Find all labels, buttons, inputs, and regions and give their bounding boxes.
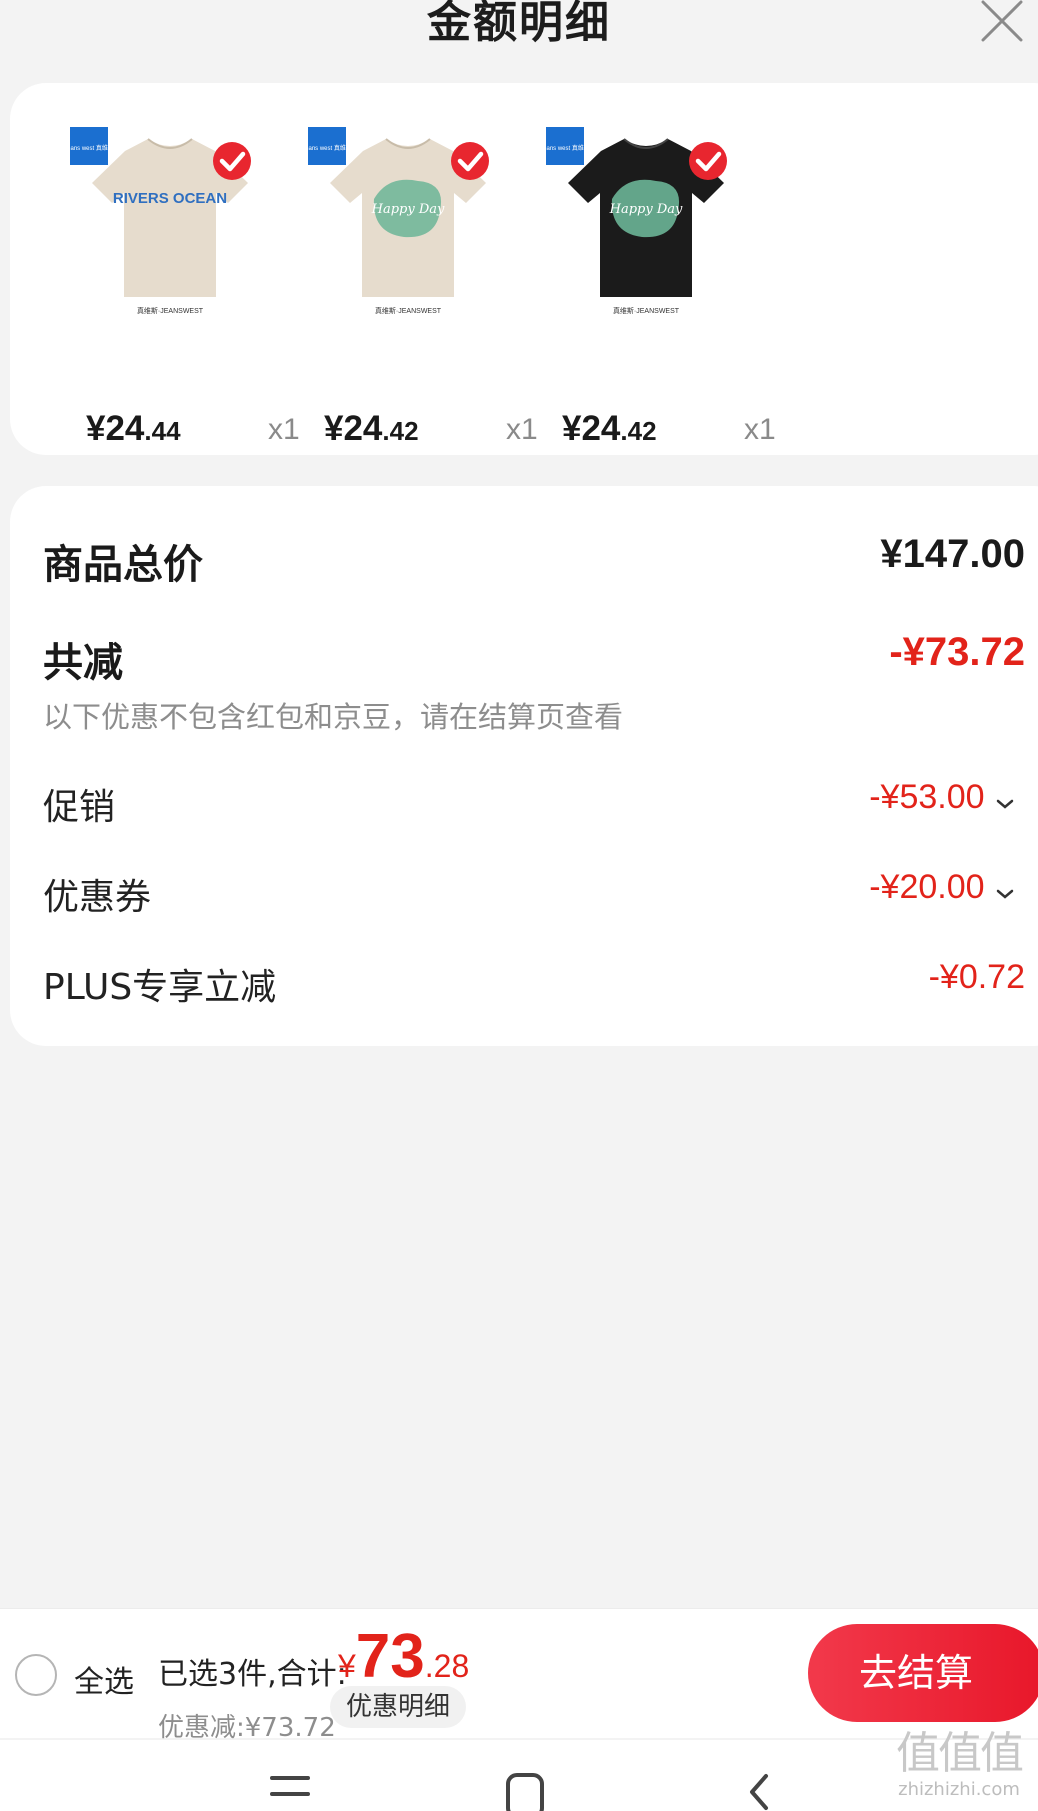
- home-icon[interactable]: [505, 1772, 545, 1811]
- checkout-button[interactable]: 去结算: [808, 1624, 1038, 1722]
- product-image-tshirt: Happy Day Jeans west 真维斯 真维斯·JEANSWEST: [546, 127, 727, 315]
- product-item[interactable]: Happy Day Jeans west 真维斯 真维斯·JEANSWEST ¥…: [270, 121, 538, 448]
- brand-caption: 真维斯·JEANSWEST: [613, 306, 680, 315]
- brand-caption: 真维斯·JEANSWEST: [375, 306, 442, 315]
- page-title: 金额明细: [427, 0, 611, 48]
- total-amount: ¥73.28: [338, 1622, 470, 1691]
- menu-icon[interactable]: [270, 1772, 310, 1802]
- product-image-tshirt: Happy Day Jeans west 真维斯 真维斯·JEANSWEST: [308, 127, 489, 315]
- watermark-url: zhizhizhi.com: [898, 1779, 1020, 1800]
- product-image-tshirt: RIVERS OCEAN Jeans west 真维斯 真维斯·JEANSWES…: [70, 127, 251, 315]
- product-item[interactable]: RIVERS OCEAN Jeans west 真维斯 真维斯·JEANSWES…: [32, 121, 300, 448]
- price-breakdown-card: 商品总价 ¥147.00 共减 -¥73.72 以下优惠不包含红包和京豆，请在结…: [10, 486, 1038, 1046]
- select-all-label[interactable]: 全选: [74, 1657, 134, 1701]
- plus-discount-value: -¥0.72: [928, 958, 1025, 996]
- check-icon: [451, 142, 489, 180]
- selected-count-text: 已选3件,合计:: [158, 1657, 347, 1692]
- chevron-down-icon: [996, 799, 1014, 809]
- watermark-logo: 值值值: [896, 1728, 1024, 1779]
- check-icon: [213, 142, 251, 180]
- chevron-down-icon: [996, 889, 1014, 899]
- check-icon: [689, 142, 727, 180]
- total-reduction-value: -¥73.72: [889, 630, 1025, 674]
- product-price: ¥24.44: [86, 409, 181, 448]
- product-item[interactable]: Happy Day Jeans west 真维斯 真维斯·JEANSWEST ¥…: [508, 121, 776, 448]
- shirt-print-text: RIVERS OCEAN: [113, 190, 227, 207]
- promotion-value: -¥53.00: [869, 778, 985, 816]
- brand-badge-text: Jeans west 真维斯: [308, 144, 352, 152]
- select-all-checkbox[interactable]: [15, 1654, 57, 1696]
- total-price-label: 商品总价: [43, 542, 203, 588]
- total-price-value: ¥147.00: [880, 532, 1025, 576]
- sheet-header: 金额明细: [0, 0, 1038, 70]
- shirt-print-text: Happy Day: [609, 202, 683, 217]
- shirt-print-text: Happy Day: [371, 202, 445, 217]
- brand-badge-text: Jeans west 真维斯: [70, 144, 114, 152]
- promotion-label: 促销: [43, 787, 116, 828]
- back-icon[interactable]: [744, 1772, 774, 1811]
- system-nav-bar: [0, 1740, 1038, 1811]
- product-price: ¥24.42: [562, 409, 657, 448]
- discount-summary: 优惠减:¥73.72: [158, 1713, 336, 1743]
- brand-caption: 真维斯·JEANSWEST: [137, 306, 204, 315]
- coupon-value: -¥20.00: [869, 868, 985, 906]
- product-quantity: x1: [744, 413, 776, 446]
- close-button[interactable]: [978, 0, 1026, 42]
- coupon-label: 优惠券: [43, 877, 152, 918]
- total-reduction-label: 共减: [43, 640, 123, 686]
- close-icon: [981, 0, 1023, 42]
- plus-discount-label: PLUS专享立减: [43, 967, 277, 1008]
- brand-badge-text: Jeans west 真维斯: [546, 144, 590, 152]
- reduction-note: 以下优惠不包含红包和京豆，请在结算页查看: [43, 700, 624, 734]
- watermark: 值值值 zhizhizhi.com: [886, 1728, 1032, 1808]
- price-detail-sheet: 金额明细 RIVERS OCEAN Jeans west 真维斯 真维斯·JEA…: [0, 0, 1038, 1811]
- product-price: ¥24.42: [324, 409, 419, 448]
- discount-detail-button[interactable]: 优惠明细: [330, 1686, 467, 1728]
- selected-products-card: RIVERS OCEAN Jeans west 真维斯 真维斯·JEANSWES…: [10, 83, 1038, 455]
